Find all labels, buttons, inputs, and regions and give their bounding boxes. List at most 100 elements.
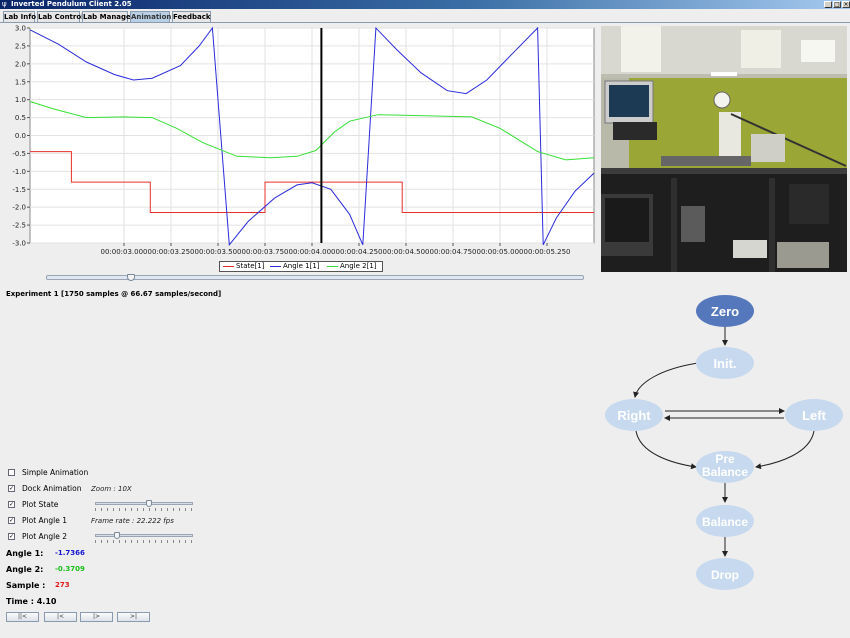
x-tick-label: 00:00:04.750 xyxy=(429,248,476,256)
step-back-button[interactable]: |< xyxy=(44,612,77,622)
plot-state-checkbox[interactable]: ✓ xyxy=(8,501,15,508)
minimize-icon[interactable]: _ xyxy=(824,1,832,8)
y-tick-label: 2.5 xyxy=(15,42,26,50)
skip-end-button[interactable]: >| xyxy=(117,612,150,622)
simple-animation-checkbox[interactable] xyxy=(8,469,15,476)
zoom-slider[interactable] xyxy=(95,500,193,507)
zoom-label: Zoom : 10X xyxy=(91,485,132,493)
edge-right-prebalance xyxy=(635,430,697,470)
state-node-balance-label: Balance xyxy=(702,515,748,529)
rewind-start-button[interactable]: ||< xyxy=(6,612,39,622)
x-tick-label: 00:00:03.500 xyxy=(194,248,241,256)
state-node-zero-label: Zero xyxy=(711,304,739,319)
x-tick-label: 00:00:04.000 xyxy=(288,248,335,256)
y-tick-label: -2.5 xyxy=(12,222,26,230)
y-tick-label: -1.5 xyxy=(12,186,26,194)
tab-feedback[interactable]: Feedback xyxy=(172,11,211,22)
y-tick-label: 1.0 xyxy=(15,96,26,104)
zoom-slider-ticks xyxy=(95,508,193,511)
skip-end-icon: >| xyxy=(129,613,138,620)
edge-init-right xyxy=(633,362,699,398)
edge-left-prebalance xyxy=(755,430,815,470)
state-node-drop: Drop xyxy=(696,558,754,590)
zoom-slider-thumb[interactable] xyxy=(145,500,152,507)
legend-swatch-angle1 xyxy=(270,265,281,267)
window-title: Inverted Pendulum Client 2.05 xyxy=(11,0,132,8)
tab-animation[interactable]: Animation xyxy=(130,11,171,22)
legend-swatch-state xyxy=(223,265,234,267)
frame-rate-slider-ticks xyxy=(95,540,193,543)
state-node-prebalance-label-1: Pre xyxy=(715,452,735,466)
legend-swatch-angle2 xyxy=(327,265,338,267)
x-tick-label: 00:00:05.000 xyxy=(476,248,523,256)
state-node-prebalance-label-2: Balance xyxy=(702,465,748,479)
legend-item-angle2: Angle 2[1] xyxy=(327,262,377,271)
step-back-icon: |< xyxy=(56,613,65,620)
angle-1-value: -1.7366 xyxy=(55,549,85,557)
y-tick-label: -3.0 xyxy=(12,240,26,248)
x-tick-label: 00:00:05.250 xyxy=(523,248,570,256)
sample-value: 273 xyxy=(55,581,70,589)
state-node-init-label: Init. xyxy=(713,356,736,371)
y-tick-label: -0.5 xyxy=(12,150,26,158)
x-tick-label: 00:00:03.250 xyxy=(147,248,194,256)
play-icon: |> xyxy=(92,613,101,620)
dock-animation-label: Dock Animation xyxy=(22,484,82,493)
plot-angle-1-label: Plot Angle 1 xyxy=(22,516,68,525)
y-tick-label: 0.0 xyxy=(15,132,26,140)
app-icon: ψ xyxy=(2,0,7,8)
y-tick-label: 1.5 xyxy=(15,78,26,86)
angle-2-label: Angle 2: xyxy=(6,565,44,574)
sample-label: Sample : xyxy=(6,581,46,590)
tab-lab-manage[interactable]: Lab Manage xyxy=(82,11,131,22)
angle-1-label: Angle 1: xyxy=(6,549,44,558)
plot-angle-1-checkbox[interactable]: ✓ xyxy=(8,517,15,524)
state-node-drop-label: Drop xyxy=(711,568,739,582)
time-readout: Time : 4.10 xyxy=(6,597,57,606)
play-button[interactable]: |> xyxy=(80,612,113,622)
window-title-bar[interactable]: ψ Inverted Pendulum Client 2.05 _ □ × xyxy=(0,0,850,9)
angle-2-value: -0.3709 xyxy=(55,565,85,573)
frame-rate-label: Frame rate : 22.222 fps xyxy=(91,517,174,525)
y-tick-label: 0.5 xyxy=(15,114,26,122)
plot-state-label: Plot State xyxy=(22,500,59,509)
legend-label-angle2: Angle 2[1] xyxy=(340,262,377,270)
x-tick-label: 00:00:04.250 xyxy=(335,248,382,256)
rewind-start-icon: ||< xyxy=(17,613,28,620)
timeline-slider-thumb[interactable] xyxy=(126,274,135,281)
plot-angle-2-label: Plot Angle 2 xyxy=(22,532,68,541)
x-tick-label: 00:00:03.750 xyxy=(241,248,288,256)
state-node-init: Init. xyxy=(696,347,754,379)
frame-rate-slider[interactable] xyxy=(95,532,193,539)
plot-angle-2-checkbox[interactable]: ✓ xyxy=(8,533,15,540)
x-tick-label: 00:00:04.500 xyxy=(382,248,429,256)
legend-item-state: State[1] xyxy=(223,262,264,271)
state-node-left: Left xyxy=(785,399,843,431)
lab-camera-view xyxy=(601,26,847,272)
tab-bar: Lab Info Lab Control Lab Manage Animatio… xyxy=(0,10,850,23)
dock-animation-checkbox[interactable]: ✓ xyxy=(8,485,15,492)
maximize-icon[interactable]: □ xyxy=(833,1,841,8)
state-node-zero: Zero xyxy=(696,295,754,327)
timeline-slider[interactable] xyxy=(46,274,584,281)
chart-canvas: 3.0 2.5 2.0 1.5 1.0 0.5 0.0 -0.5 -1.0 -1.5 -2.0 -2.… xyxy=(12,25,595,256)
state-node-prebalance: Pre Balance xyxy=(696,451,754,483)
legend-label-angle1: Angle 1[1] xyxy=(283,262,320,270)
simple-animation-label: Simple Animation xyxy=(22,468,89,477)
x-tick-label: 00:00:03.000 xyxy=(100,248,147,256)
state-node-left-label: Left xyxy=(802,408,827,423)
y-tick-label: -2.0 xyxy=(12,204,26,212)
time-series-chart: 3.0 2.5 2.0 1.5 1.0 0.5 0.0 -0.5 -1.0 -1.5 -2.0 -2.… xyxy=(0,24,598,274)
chart-legend: State[1] Angle 1[1] Angle 2[1] xyxy=(219,261,383,272)
state-diagram: Zero Init. Right Left Pre Balance Balanc… xyxy=(605,295,843,590)
tab-lab-info[interactable]: Lab Info xyxy=(3,11,36,22)
legend-label-state: State[1] xyxy=(236,262,265,270)
lab-camera-image xyxy=(601,26,847,272)
legend-item-angle1: Angle 1[1] xyxy=(270,262,320,271)
experiment-info: Experiment 1 [1750 samples @ 66.67 sampl… xyxy=(6,290,222,298)
frame-rate-slider-thumb[interactable] xyxy=(114,532,120,539)
state-node-right-label: Right xyxy=(617,408,651,423)
y-tick-label: 2.0 xyxy=(15,60,26,68)
close-icon[interactable]: × xyxy=(842,1,850,8)
tab-lab-control[interactable]: Lab Control xyxy=(37,11,84,22)
